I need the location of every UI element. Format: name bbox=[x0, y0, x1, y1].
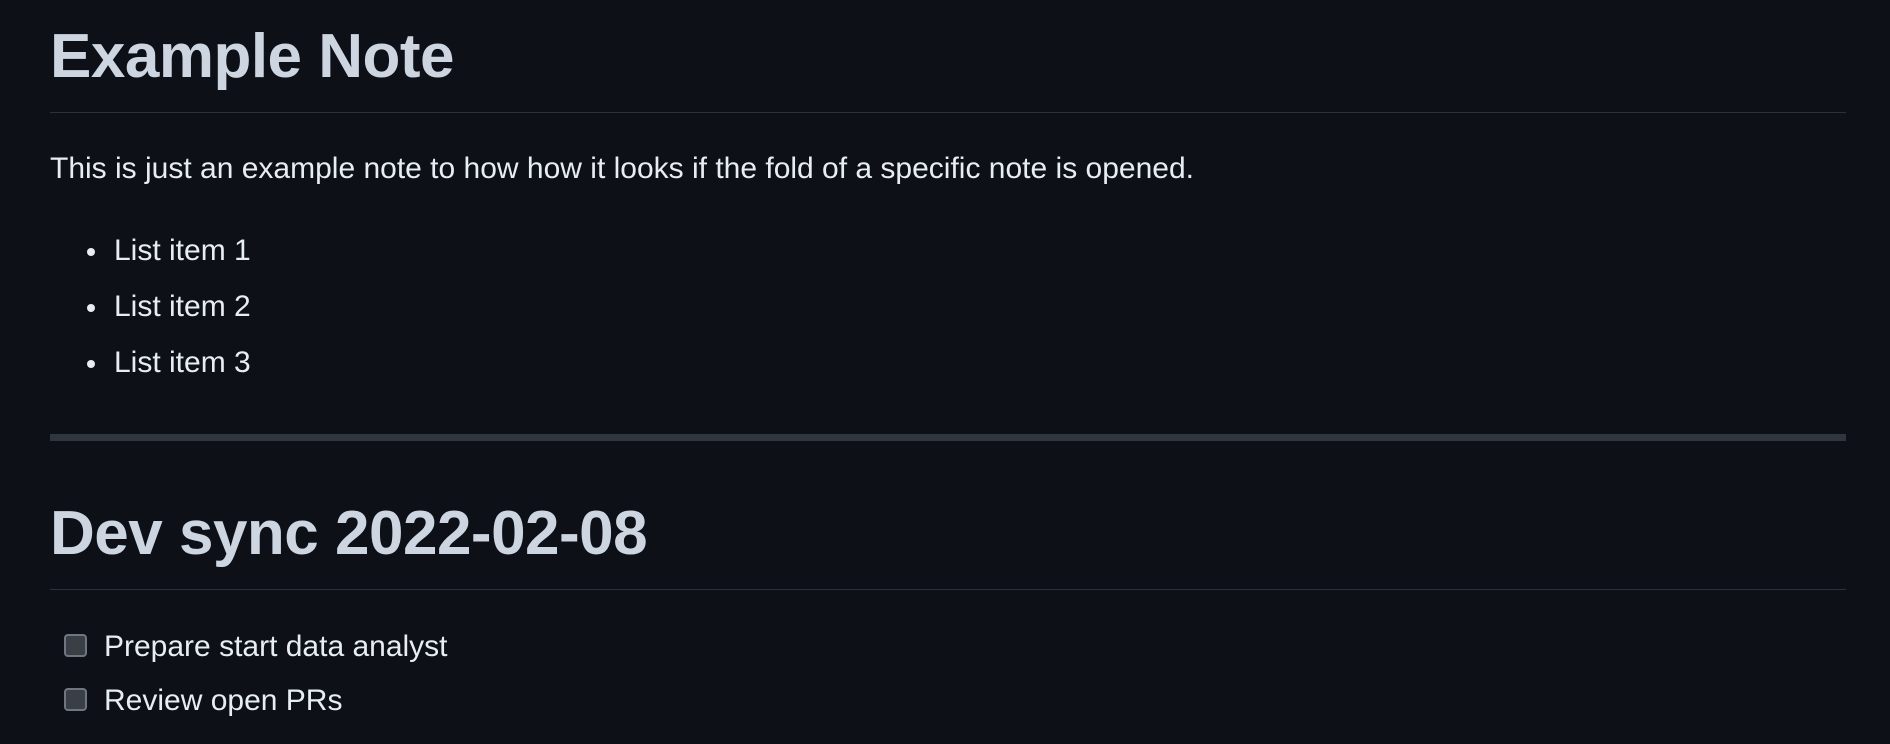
note-separator bbox=[50, 434, 1846, 441]
title-underline bbox=[50, 589, 1846, 590]
bullet-icon bbox=[87, 248, 95, 256]
bullet-list: List item 1 List item 2 List item 3 bbox=[50, 223, 251, 391]
list-item: List item 1 bbox=[50, 223, 251, 279]
note-paragraph: This is just an example note to how how … bbox=[50, 152, 1194, 185]
list-item: List item 2 bbox=[50, 279, 251, 335]
list-item: List item 3 bbox=[50, 335, 251, 391]
task-list: Prepare start data analyst Review open P… bbox=[50, 620, 448, 728]
note-title: Example Note bbox=[50, 22, 455, 91]
notes-page: Example Note This is just an example not… bbox=[0, 0, 1890, 744]
list-item-label: List item 3 bbox=[114, 346, 251, 379]
task-label: Prepare start data analyst bbox=[104, 630, 448, 663]
task-item: Review open PRs bbox=[50, 674, 448, 728]
list-item-label: List item 1 bbox=[114, 234, 251, 267]
bullet-icon bbox=[87, 304, 95, 312]
note-title: Dev sync 2022-02-08 bbox=[50, 499, 648, 568]
list-item-label: List item 2 bbox=[114, 290, 251, 323]
task-checkbox[interactable] bbox=[64, 688, 87, 711]
task-label: Review open PRs bbox=[104, 684, 343, 717]
task-checkbox[interactable] bbox=[64, 634, 87, 657]
bullet-icon bbox=[87, 360, 95, 368]
title-underline bbox=[50, 112, 1846, 113]
task-item: Prepare start data analyst bbox=[50, 620, 448, 674]
